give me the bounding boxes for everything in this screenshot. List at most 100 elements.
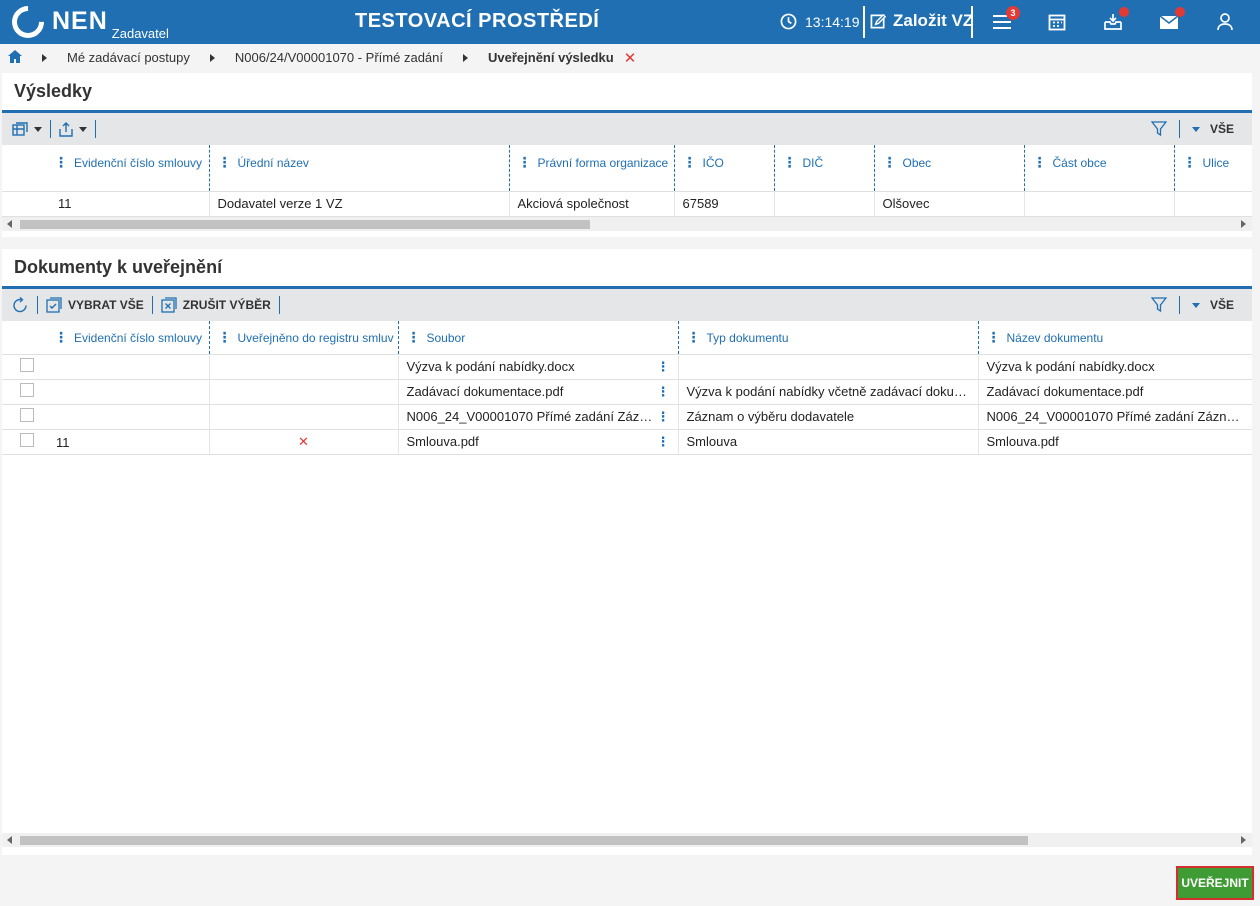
calendar-button[interactable] (1045, 10, 1069, 34)
table-cell (1023, 191, 1174, 217)
scroll-left-icon[interactable] (7, 219, 12, 228)
filter-all-label[interactable]: VŠE (1210, 122, 1234, 136)
column-header[interactable]: ⋮ Název dokumentu (977, 321, 1252, 354)
file-cell[interactable]: ⋮ Smlouva.pdf (397, 429, 678, 455)
mail-icon (1159, 14, 1179, 29)
column-header[interactable]: ⋮ Evidenční číslo smlouvy (2, 145, 209, 191)
home-link[interactable] (8, 49, 22, 66)
export-icon (59, 121, 73, 137)
select-all-button[interactable]: VYBRAT VŠE (46, 297, 144, 313)
messages-button[interactable] (1157, 7, 1185, 34)
column-header[interactable]: ⋮ Úřední název (208, 145, 509, 191)
chevron-down-icon (79, 126, 87, 132)
registered-cell (208, 354, 398, 380)
refresh-icon (13, 296, 27, 312)
file-cell[interactable]: ⋮ N006_24_V00001070 Přímé zadání Záz… (397, 404, 678, 430)
export-menu-button[interactable] (59, 121, 87, 137)
close-tab-icon[interactable]: ✕ (624, 49, 637, 67)
column-header[interactable]: ⋮ Ulice (1173, 145, 1252, 191)
column-header[interactable]: ⋮ Uveřejněno do registru smluv (208, 321, 398, 354)
type-cell: Smlouva (677, 429, 978, 455)
filter-icon[interactable] (1150, 121, 1167, 137)
row-checkbox[interactable] (20, 383, 34, 397)
logo-subtitle: Zadavatel (111, 26, 169, 41)
column-header[interactable]: ⋮ Obec (873, 145, 1024, 191)
column-header[interactable]: ⋮ DIČ (773, 145, 874, 191)
inbox-button[interactable] (1101, 7, 1129, 34)
name-cell: N006_24_V00001070 Přímé zadání Záznam… (977, 404, 1252, 430)
edit-icon (870, 13, 887, 28)
row-select-cell[interactable]: 11 (2, 429, 209, 455)
table-row[interactable]: 11 ✕ ⋮ Smlouva.pdf Smlouva Smlouva.pdf (2, 429, 1252, 455)
scrollbar-thumb[interactable] (20, 836, 1028, 845)
divider (278, 296, 280, 314)
divider (971, 6, 973, 38)
not-registered-icon: ✕ (208, 429, 398, 455)
more-icon[interactable]: ⋮ (657, 434, 670, 450)
name-cell: Výzva k podání nabídky.docx (977, 354, 1252, 380)
user-button[interactable] (1213, 10, 1237, 34)
chevron-right-icon (42, 53, 47, 62)
deselect-button[interactable]: ZRUŠIT VÝBĚR (161, 297, 271, 313)
column-header[interactable]: ⋮ Část obce (1023, 145, 1174, 191)
refresh-button[interactable] (12, 296, 29, 314)
name-cell: Zadávací dokumentace.pdf (977, 379, 1252, 405)
row-checkbox[interactable] (20, 408, 34, 422)
documents-title: Dokumenty k uveřejnění (2, 249, 1252, 289)
scroll-right-icon[interactable] (1241, 836, 1246, 844)
divider (863, 6, 865, 38)
publish-label: UVEŘEJNIT (1181, 876, 1249, 890)
chevron-down-icon[interactable] (1191, 302, 1200, 308)
table-cell: Dodavatel verze 1 VZ (208, 191, 509, 217)
more-icon[interactable]: ⋮ (657, 409, 670, 425)
column-header[interactable]: ⋮ Právní forma organizace (508, 145, 674, 191)
column-header[interactable]: ⋮ Soubor (397, 321, 678, 354)
menu-button[interactable]: 3 (990, 6, 1020, 34)
breadcrumb-item[interactable]: Mé zadávací postupy (67, 50, 190, 65)
new-vz-button[interactable]: Založit VZ (870, 11, 973, 31)
table-cell (1173, 191, 1252, 217)
column-header[interactable]: ⋮ Typ dokumentu (677, 321, 978, 354)
row-select-cell[interactable] (2, 379, 209, 405)
horizontal-scrollbar[interactable] (2, 216, 1252, 231)
scrollbar-thumb[interactable] (20, 219, 590, 229)
column-header[interactable]: ⋮ Evidenční číslo smlouvy (2, 321, 209, 354)
table-row[interactable]: ⋮ Výzva k podání nabídky.docx Výzva k pod… (2, 354, 1252, 380)
more-icon[interactable]: ⋮ (657, 384, 670, 400)
divider (50, 120, 51, 138)
file-cell[interactable]: ⋮ Výzva k podání nabídky.docx (397, 354, 678, 380)
columns-icon (12, 122, 28, 136)
table-row[interactable]: ⋮ N006_24_V00001070 Přímé zadání Záz… Záz… (2, 404, 1252, 430)
more-icon[interactable]: ⋮ (657, 359, 670, 375)
filter-icon[interactable] (1150, 297, 1167, 313)
scroll-left-icon[interactable] (7, 836, 12, 844)
columns-menu-button[interactable] (12, 122, 42, 136)
row-select-cell[interactable] (2, 354, 209, 380)
user-icon (1217, 13, 1233, 31)
filter-all-label[interactable]: VŠE (1210, 298, 1234, 312)
horizontal-scrollbar[interactable] (2, 833, 1252, 847)
name-cell: Smlouva.pdf (977, 429, 1252, 455)
table-row[interactable]: ⋮ Zadávací dokumentace.pdf Výzva k podání… (2, 379, 1252, 405)
table-row[interactable]: 11 Dodavatel verze 1 VZ Akciová společno… (2, 191, 1252, 217)
documents-toolbar: VYBRAT VŠE ZRUŠIT VÝBĚR VŠE (2, 289, 1252, 321)
deselect-label: ZRUŠIT VÝBĚR (182, 298, 271, 312)
column-header[interactable]: ⋮ IČO (673, 145, 774, 191)
breadcrumb-item[interactable]: N006/24/V00001070 - Přímé zadání (235, 50, 443, 65)
top-bar: NEN Zadavatel TESTOVACÍ PROSTŘEDÍ 13:14:… (0, 0, 1260, 45)
divider (1178, 120, 1180, 138)
file-cell[interactable]: ⋮ Zadávací dokumentace.pdf (397, 379, 678, 405)
scroll-right-icon[interactable] (1241, 219, 1246, 228)
select-all-label: VYBRAT VŠE (68, 298, 144, 312)
chevron-right-icon (209, 53, 215, 62)
results-title: Výsledky (2, 73, 1252, 113)
calendar-icon (1048, 14, 1066, 31)
row-checkbox[interactable] (20, 358, 34, 372)
table-cell: Olšovec (873, 191, 1024, 217)
select-all-icon (46, 297, 62, 313)
nen-logo[interactable]: NEN Zadavatel (5, 0, 169, 45)
row-select-cell[interactable] (2, 404, 209, 430)
chevron-down-icon[interactable] (1191, 126, 1200, 132)
row-checkbox[interactable] (20, 433, 34, 447)
publish-button[interactable]: UVEŘEJNIT (1176, 866, 1254, 900)
